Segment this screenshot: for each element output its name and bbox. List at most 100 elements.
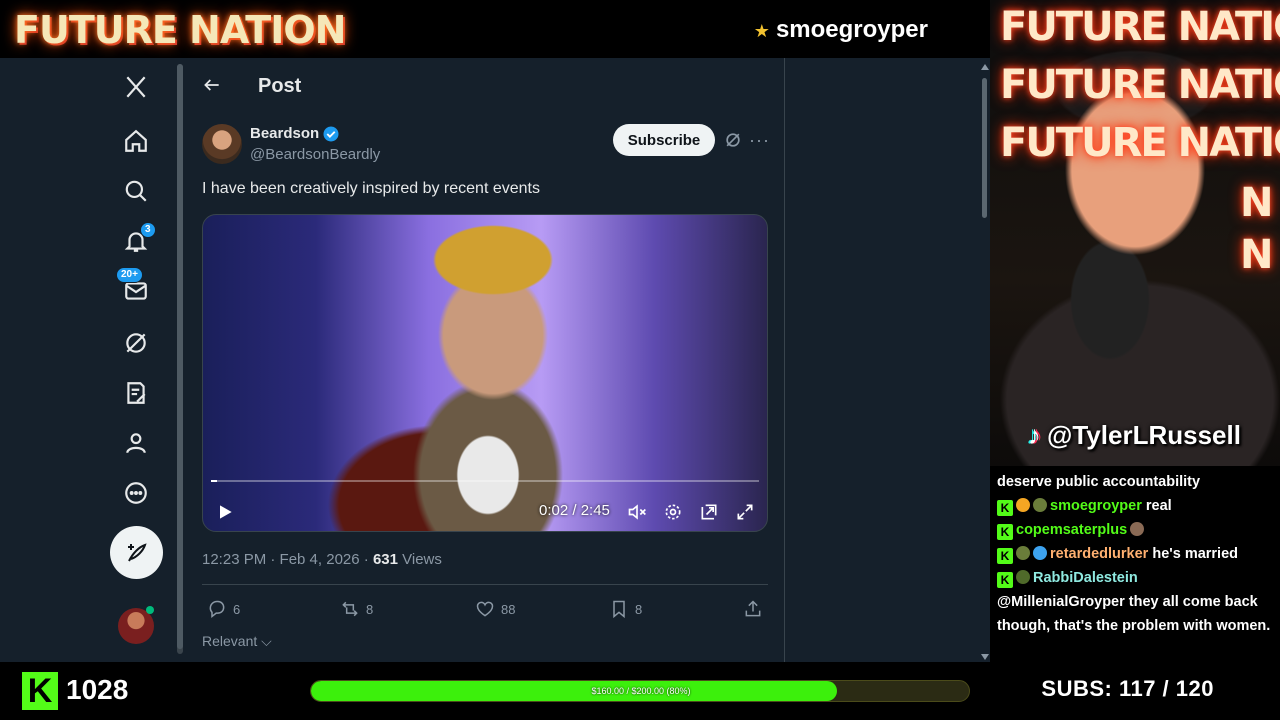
- stream-chat: deserve public accountability Ksmoegroyp…: [990, 466, 1280, 662]
- back-button[interactable]: [199, 72, 225, 98]
- grok-icon[interactable]: [116, 323, 156, 363]
- chat-message-text: real: [1141, 498, 1172, 514]
- donation-goal-text: $160.00 / $200.00 (80%): [591, 686, 691, 696]
- more-options-icon[interactable]: [116, 473, 156, 513]
- chat-username[interactable]: RabbiDalestein: [1033, 570, 1138, 586]
- repost-button[interactable]: 8: [340, 599, 373, 619]
- x-app-window: 3 20+ Post Beardson @BeardsonBeardly Sub…: [0, 58, 990, 662]
- reply-sort-label: Relevant: [202, 633, 258, 649]
- chat-message: Kretardedlurker he's married: [997, 542, 1273, 566]
- bookmark-button[interactable]: 8: [609, 599, 642, 619]
- reply-icon: [209, 600, 225, 619]
- fullscreen-icon[interactable]: [735, 502, 755, 522]
- like-count: 88: [501, 601, 516, 617]
- page-title: Post: [258, 75, 302, 97]
- grok-explain-icon[interactable]: [723, 130, 743, 150]
- emote-icon: [1130, 522, 1145, 536]
- kick-badge-icon: K: [997, 572, 1013, 588]
- profile-icon[interactable]: [116, 423, 156, 463]
- subscribe-button[interactable]: Subscribe: [613, 124, 715, 156]
- video-scrub-progress: [211, 480, 217, 482]
- pepe-badge-icon: [1033, 498, 1047, 512]
- neon-sign-line: FUTURE NATION: [1000, 4, 1280, 50]
- settings-gear-icon[interactable]: [663, 502, 683, 522]
- verified-badge-icon: [323, 126, 339, 142]
- arrow-left-icon: [204, 79, 219, 91]
- left-scrollbar[interactable]: [177, 64, 183, 654]
- webcam-feed: FUTURE NATION FUTURE NATION FUTURE NATIO…: [990, 0, 1280, 466]
- neon-sign-line: N: [1240, 232, 1274, 278]
- gem-badge-icon: [1033, 546, 1047, 560]
- post-meta: 12:23 PM · Feb 4, 2026 · 631 Views: [202, 551, 442, 568]
- star-icon: ★: [753, 21, 770, 41]
- kick-badge-icon: K: [997, 548, 1013, 564]
- kick-logo-icon: K: [22, 672, 58, 710]
- views-count: 631: [372, 551, 398, 568]
- chat-message-text: he's married: [1148, 546, 1239, 562]
- post-header: Post: [185, 58, 785, 113]
- video-scrub-bar[interactable]: [211, 480, 759, 482]
- notifications-badge: 3: [140, 222, 156, 238]
- divider: [202, 584, 768, 585]
- post-text: I have been creatively inspired by recen…: [202, 180, 540, 197]
- notifications-icon[interactable]: 3: [116, 221, 156, 261]
- post-timestamp[interactable]: 12:23 PM · Feb 4, 2026 ·: [202, 551, 373, 568]
- stream-top-bar: FUTURE NATION ★ smoegroyper: [0, 0, 990, 58]
- neon-sign-line: FUTURE NATION: [1000, 120, 1280, 166]
- chat-username[interactable]: retardedlurker: [1050, 546, 1148, 562]
- share-button[interactable]: [743, 599, 763, 619]
- more-options-icon[interactable]: ···: [749, 130, 769, 150]
- tiktok-handle-overlay: ♪ @TylerLRussell: [1028, 420, 1241, 451]
- x-logo-icon[interactable]: [116, 67, 156, 107]
- sub-badge-icon: [1016, 498, 1030, 512]
- left-scrollbar-thumb[interactable]: [177, 64, 183, 649]
- pepe-badge-icon: [1016, 570, 1030, 584]
- author-handle[interactable]: @BeardsonBeardly: [250, 146, 380, 163]
- chat-username[interactable]: copemsaterplus: [1016, 522, 1127, 538]
- author-avatar[interactable]: [202, 124, 242, 164]
- home-icon[interactable]: [116, 121, 156, 161]
- chat-message-text: deserve public accountability: [997, 474, 1201, 490]
- streamer-name-text: smoegroyper: [775, 16, 928, 43]
- chat-username[interactable]: smoegroyper: [1050, 498, 1142, 514]
- video-player[interactable]: 0:02 / 2:45: [202, 214, 768, 532]
- scroll-down-arrow-icon[interactable]: [981, 654, 989, 660]
- neon-sign-line: N: [1240, 180, 1274, 226]
- play-icon[interactable]: [215, 502, 235, 522]
- pepe-badge-icon: [1016, 546, 1030, 560]
- online-status-dot: [146, 606, 154, 614]
- stream-bottom-bar: K 1028 $160.00 / $200.00 (80%) SUBS: 117…: [0, 662, 1280, 720]
- scroll-up-arrow-icon[interactable]: [981, 64, 989, 70]
- subs-counter: SUBS: 117 / 120: [1041, 676, 1214, 701]
- post-column: Post Beardson @BeardsonBeardly Subscribe…: [185, 58, 785, 662]
- picture-in-picture-icon[interactable]: [699, 502, 719, 522]
- neon-sign-line: FUTURE NATION: [1000, 62, 1280, 108]
- kick-badge-icon: K: [997, 524, 1013, 540]
- chat-message: K RabbiDalestein: [997, 566, 1273, 590]
- donation-goal-bar: $160.00 / $200.00 (80%): [310, 680, 970, 702]
- compose-post-button[interactable]: [110, 526, 163, 579]
- messages-badge: 20+: [116, 267, 143, 283]
- page-scrollbar-thumb[interactable]: [982, 78, 987, 218]
- repost-icon: [342, 601, 358, 617]
- chat-message: Ksmoegroyper real: [997, 494, 1273, 518]
- streamer-name: ★ smoegroyper: [754, 16, 928, 44]
- heart-icon: [476, 601, 494, 617]
- messages-icon[interactable]: 20+: [116, 267, 156, 311]
- search-icon[interactable]: [116, 171, 156, 211]
- page-scrollbar[interactable]: [980, 64, 989, 660]
- reply-count: 6: [233, 601, 241, 617]
- repost-count: 8: [366, 601, 374, 617]
- feather-plus-icon: [127, 542, 147, 561]
- like-button[interactable]: 88: [475, 599, 515, 619]
- mute-icon[interactable]: [627, 502, 647, 522]
- reply-button[interactable]: 6: [207, 599, 240, 619]
- chat-message-text: @MillenialGroyper they all come back tho…: [997, 594, 1271, 634]
- tiktok-handle: @TylerLRussell: [1047, 420, 1241, 450]
- lists-icon[interactable]: [116, 373, 156, 413]
- tiktok-icon: ♪: [1028, 420, 1041, 450]
- video-time: 0:02 / 2:45: [539, 502, 610, 519]
- author-name[interactable]: Beardson: [250, 125, 319, 142]
- reply-sort-dropdown[interactable]: Relevant ⌵: [202, 633, 272, 650]
- kick-badge-icon: K: [997, 500, 1013, 516]
